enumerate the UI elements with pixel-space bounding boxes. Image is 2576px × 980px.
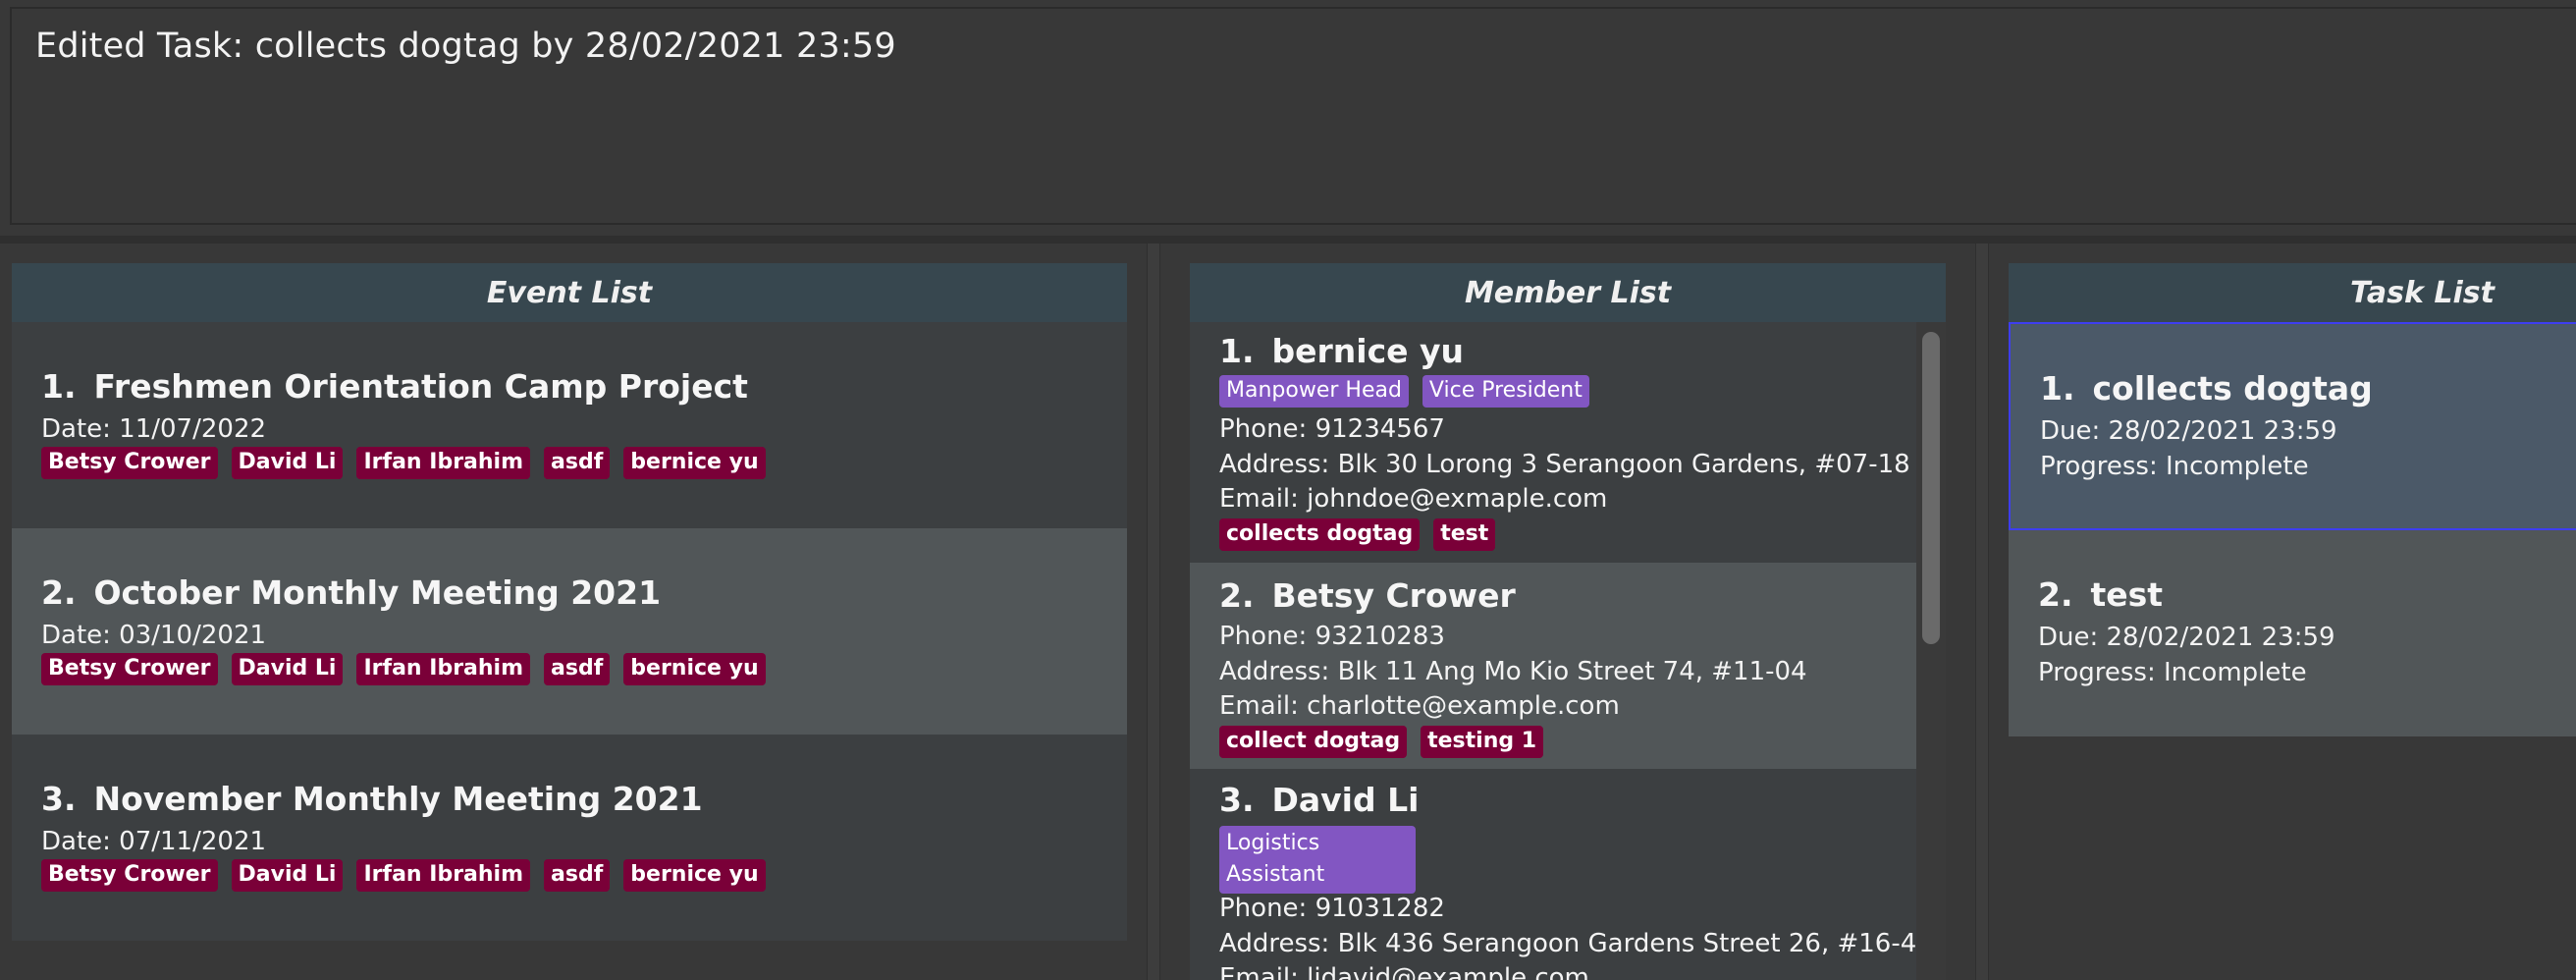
event-tag: David Li bbox=[231, 447, 344, 479]
task-index: 2. bbox=[2038, 575, 2073, 614]
member-title: 1. bernice yu bbox=[1219, 332, 1464, 370]
result-divider bbox=[0, 236, 2576, 244]
member-list-panel: Member List 1. bernice yu Manpower Head V… bbox=[1160, 244, 1975, 980]
member-name: Betsy Crower bbox=[1271, 576, 1516, 615]
event-index: 3. bbox=[41, 780, 77, 818]
result-message: Edited Task: collects dogtag by 28/02/20… bbox=[35, 27, 896, 66]
task-progress: Progress: Incomplete bbox=[2038, 658, 2307, 687]
member-role: Vice President bbox=[1422, 375, 1589, 408]
member-address: Address: Blk 436 Serangoon Gardens Stree… bbox=[1219, 929, 1933, 958]
event-list-header: Event List bbox=[12, 263, 1127, 322]
event-title: 1. Freshmen Orientation Camp Project bbox=[41, 367, 748, 406]
event-index: 2. bbox=[41, 573, 77, 612]
member-tag: testing 1 bbox=[1421, 726, 1544, 758]
event-tag: bernice yu bbox=[623, 653, 766, 685]
event-tag: asdf bbox=[544, 859, 611, 892]
member-title: 3. David Li bbox=[1219, 781, 1419, 819]
member-phone: Phone: 91031282 bbox=[1219, 894, 1445, 923]
task-index: 1. bbox=[2040, 369, 2075, 408]
event-list-panel: Event List 1. Freshmen Orientation Camp P… bbox=[0, 244, 1147, 980]
event-card-3[interactable]: 3. November Monthly Meeting 2021 Date: 07… bbox=[12, 735, 1127, 941]
event-tags: Betsy Crower David Li Irfan Ibrahim asdf… bbox=[41, 859, 766, 892]
member-email: Email: charlotte@example.com bbox=[1219, 691, 1620, 721]
task-card-2[interactable]: 2. test Due: 28/02/2021 23:59 Progress: I… bbox=[2009, 530, 2576, 736]
app-window: Edited Task: collects dogtag by 28/02/20… bbox=[0, 0, 2576, 980]
member-card-2[interactable]: 2. Betsy Crower Phone: 93210283 Address: … bbox=[1190, 563, 1916, 769]
task-list[interactable]: 1. collects dogtag Due: 28/02/2021 23:59 … bbox=[2009, 322, 2576, 980]
member-index: 2. bbox=[1219, 576, 1255, 615]
event-index: 1. bbox=[41, 367, 77, 406]
event-date: Date: 03/10/2021 bbox=[41, 621, 267, 650]
event-tag: asdf bbox=[544, 653, 611, 685]
event-tag: David Li bbox=[231, 859, 344, 892]
member-email: Email: lidavid@example.com bbox=[1219, 963, 1589, 980]
event-tag: Irfan Ibrahim bbox=[356, 653, 531, 685]
member-address: Address: Blk 30 Lorong 3 Serangoon Garde… bbox=[1219, 450, 1910, 479]
panel-splitter[interactable] bbox=[1975, 244, 1989, 980]
event-name: November Monthly Meeting 2021 bbox=[93, 780, 703, 818]
member-roles: Manpower Head Vice President bbox=[1219, 375, 1589, 408]
member-roles: Logistics Assistant bbox=[1219, 826, 1416, 894]
scrollbar-thumb[interactable] bbox=[1922, 332, 1940, 644]
member-card-3[interactable]: 3. David Li Logistics Assistant Phone: 91… bbox=[1190, 769, 1933, 980]
task-card-1[interactable]: 1. collects dogtag Due: 28/02/2021 23:59 … bbox=[2009, 322, 2576, 530]
event-tag: David Li bbox=[231, 653, 344, 685]
member-index: 3. bbox=[1219, 781, 1255, 819]
event-tag: bernice yu bbox=[623, 859, 766, 892]
event-list[interactable]: 1. Freshmen Orientation Camp Project Date… bbox=[12, 322, 1127, 980]
member-list[interactable]: 1. bernice yu Manpower Head Vice Presiden… bbox=[1190, 322, 1946, 980]
task-list-panel: Task List 1. collects dogtag Due: 28/02/2… bbox=[1989, 244, 2576, 980]
member-role: Manpower Head bbox=[1219, 375, 1409, 408]
task-name: test bbox=[2090, 575, 2164, 614]
member-tags: collects dogtag test bbox=[1219, 518, 1496, 551]
event-date: Date: 07/11/2021 bbox=[41, 827, 267, 856]
event-tags: Betsy Crower David Li Irfan Ibrahim asdf… bbox=[41, 653, 766, 685]
event-tag: Irfan Ibrahim bbox=[356, 859, 531, 892]
event-tag: bernice yu bbox=[623, 447, 766, 479]
member-title: 2. Betsy Crower bbox=[1219, 576, 1516, 615]
member-list-header: Member List bbox=[1190, 263, 1946, 322]
member-address: Address: Blk 11 Ang Mo Kio Street 74, #1… bbox=[1219, 657, 1807, 686]
task-title: 1. collects dogtag bbox=[2040, 369, 2373, 408]
member-phone: Phone: 93210283 bbox=[1219, 622, 1445, 651]
member-tag: collects dogtag bbox=[1219, 518, 1421, 551]
event-tag: asdf bbox=[544, 447, 611, 479]
member-list-scrollbar[interactable] bbox=[1916, 322, 1946, 980]
event-title: 2. October Monthly Meeting 2021 bbox=[41, 573, 661, 612]
member-card-1[interactable]: 1. bernice yu Manpower Head Vice Presiden… bbox=[1190, 322, 1916, 563]
task-title: 2. test bbox=[2038, 575, 2163, 614]
member-name: David Li bbox=[1271, 781, 1420, 819]
panel-splitter[interactable] bbox=[1147, 244, 1160, 980]
event-title: 3. November Monthly Meeting 2021 bbox=[41, 780, 703, 818]
event-name: Freshmen Orientation Camp Project bbox=[93, 367, 748, 406]
result-display[interactable]: Edited Task: collects dogtag by 28/02/20… bbox=[10, 7, 2576, 225]
member-name: bernice yu bbox=[1271, 332, 1465, 370]
task-list-header: Task List bbox=[2009, 263, 2576, 322]
member-email: Email: johndoe@exmaple.com bbox=[1219, 484, 1608, 514]
task-progress: Progress: Incomplete bbox=[2040, 452, 2309, 481]
member-role: Logistics Assistant bbox=[1219, 826, 1416, 894]
member-phone: Phone: 91234567 bbox=[1219, 414, 1445, 444]
event-card-2[interactable]: 2. October Monthly Meeting 2021 Date: 03/… bbox=[12, 528, 1127, 735]
event-date: Date: 11/07/2022 bbox=[41, 414, 267, 444]
task-due: Due: 28/02/2021 23:59 bbox=[2040, 416, 2337, 446]
event-tag: Betsy Crower bbox=[41, 653, 218, 685]
event-name: October Monthly Meeting 2021 bbox=[93, 573, 662, 612]
member-tag: test bbox=[1433, 518, 1496, 551]
task-due: Due: 28/02/2021 23:59 bbox=[2038, 623, 2335, 652]
event-card-1[interactable]: 1. Freshmen Orientation Camp Project Date… bbox=[12, 322, 1127, 528]
event-tag: Irfan Ibrahim bbox=[356, 447, 531, 479]
task-name: collects dogtag bbox=[2092, 369, 2373, 408]
member-index: 1. bbox=[1219, 332, 1255, 370]
event-tag: Betsy Crower bbox=[41, 859, 218, 892]
event-tags: Betsy Crower David Li Irfan Ibrahim asdf… bbox=[41, 447, 766, 479]
member-tag: collect dogtag bbox=[1219, 726, 1408, 758]
member-tags: collect dogtag testing 1 bbox=[1219, 726, 1544, 758]
event-tag: Betsy Crower bbox=[41, 447, 218, 479]
